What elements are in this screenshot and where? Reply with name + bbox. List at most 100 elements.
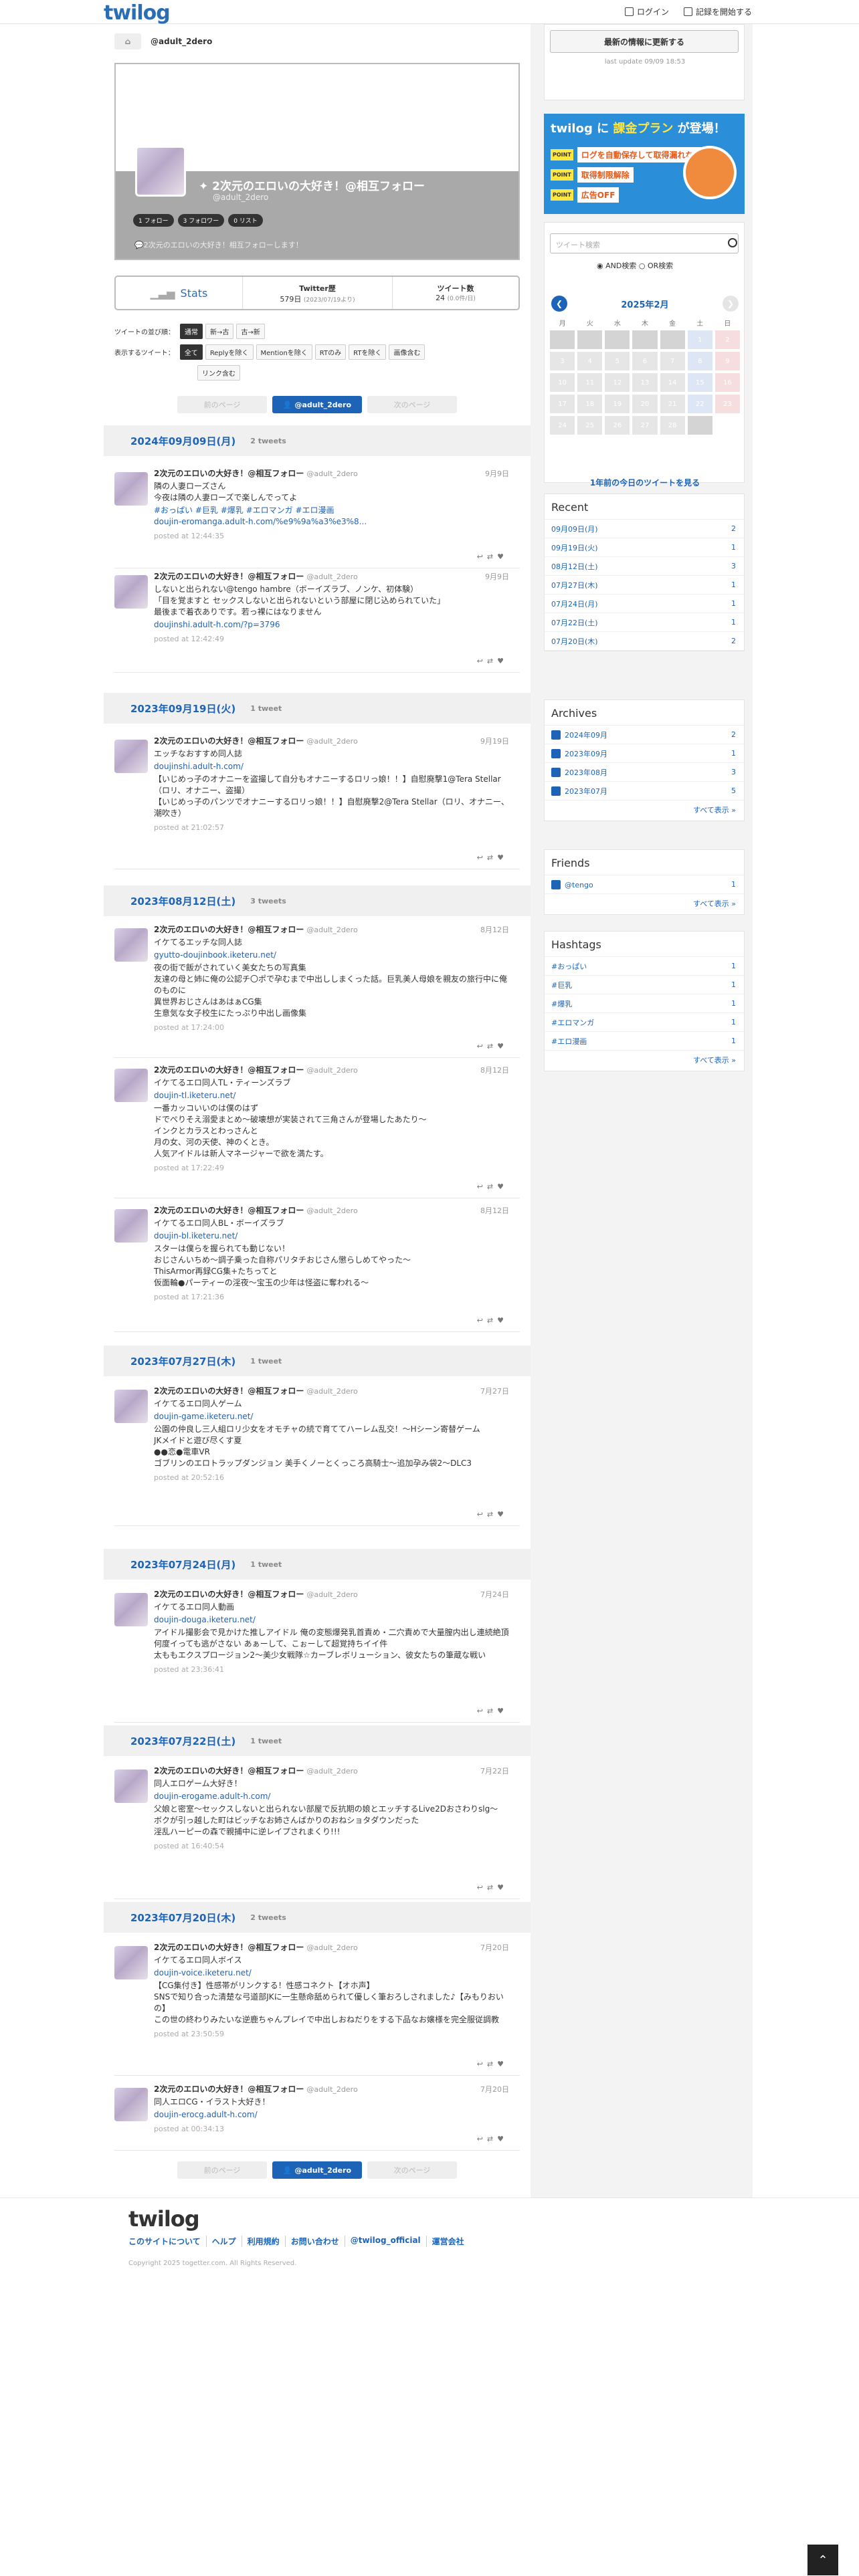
show-all[interactable]: 全て: [179, 344, 203, 360]
hashtags-item[interactable]: #エロマンガ 1: [545, 1013, 744, 1032]
show-links[interactable]: リンク含む: [197, 365, 240, 381]
archives-item[interactable]: 2023年08月 3: [545, 763, 744, 782]
archives-more-link[interactable]: すべて表示 »: [545, 800, 744, 821]
footer-link-terms[interactable]: 利用規約: [241, 2236, 285, 2247]
hashtags-more-link[interactable]: すべて表示 »: [545, 1051, 744, 1071]
calendar-weekday: 木: [641, 320, 648, 328]
twilog-logo[interactable]: twilog: [104, 1, 171, 25]
recent-item[interactable]: 09月19日(火) 1: [545, 538, 744, 557]
recent-item[interactable]: 07月27日(木) 1: [545, 576, 744, 595]
calendar-prev-button[interactable]: ❮: [551, 296, 567, 312]
footer-link-contact[interactable]: お問い合わせ: [284, 2236, 345, 2247]
friends-more-link[interactable]: すべて表示 »: [545, 894, 744, 914]
one-year-ago-link[interactable]: 1年前の今日のツイートを見る: [545, 477, 745, 488]
tweet-item: 2次元のエロいの大好き！@相互フォロー @adult_2dero イケてるエロ同人…: [114, 1205, 520, 1332]
recent-item[interactable]: 07月24日(月) 1: [545, 595, 744, 613]
calendar-day: 10: [550, 373, 575, 392]
friends-item[interactable]: @tengo 1: [545, 875, 744, 894]
next-page-button[interactable]: 次のページ: [367, 396, 457, 413]
tweet-actions[interactable]: ↩⇄♥: [477, 1883, 508, 1892]
archives-item[interactable]: 2023年09月 1: [545, 744, 744, 763]
lists-count[interactable]: 0 リスト: [228, 214, 263, 227]
pager-bottom: 前のページ 👤 @adult_2dero 次のページ: [104, 2161, 531, 2179]
show-no-reply[interactable]: Replyを除く: [205, 344, 254, 360]
next-page-button[interactable]: 次のページ: [367, 2161, 457, 2179]
search-icon[interactable]: [728, 238, 737, 247]
tweet-actions[interactable]: ↩⇄♥: [477, 1316, 508, 1325]
footer-link-company[interactable]: 運営会社: [425, 2236, 470, 2247]
calendar-weekday: 金: [669, 320, 676, 328]
footer-link-help[interactable]: ヘルプ: [205, 2236, 242, 2247]
tweet-avatar[interactable]: [114, 928, 148, 962]
prev-page-button[interactable]: 前のページ: [177, 396, 267, 413]
show-no-rt[interactable]: RTを除く: [349, 344, 387, 360]
current-user-button[interactable]: 👤 @adult_2dero: [272, 2161, 362, 2179]
search-input[interactable]: ツイート検索: [550, 233, 739, 253]
tweet-actions[interactable]: ↩⇄♥: [477, 1707, 508, 1715]
calendar-day: 15: [687, 373, 712, 392]
premium-banner[interactable]: twilog に 課金プラン が登場！ POINT ログを自動保存して取得漏れなし…: [544, 114, 745, 214]
recent-item[interactable]: 07月20日(木) 2: [545, 632, 744, 651]
tweet-avatar[interactable]: [114, 740, 148, 773]
start-logging-link[interactable]: 記録を開始する: [683, 6, 752, 17]
tweet-actions[interactable]: ↩⇄♥: [477, 657, 508, 665]
tweet-avatar[interactable]: [114, 472, 148, 506]
tweet-avatar[interactable]: [114, 1769, 148, 1803]
search-calendar-box: ツイート検索 ◉ AND検索 ○ OR検索 ❮ 2025年2月 ❯ 月火水木金土…: [544, 222, 745, 488]
tweet-avatar[interactable]: [114, 2088, 148, 2121]
tweet-avatar[interactable]: [114, 1946, 148, 1979]
pager-top: 前のページ 👤 @adult_2dero 次のページ: [104, 396, 531, 413]
followers-count[interactable]: 3 フォロワー: [177, 214, 225, 227]
tweet-actions[interactable]: ↩⇄♥: [477, 1510, 508, 1519]
calendar-icon: [551, 730, 561, 740]
tweet-avatar[interactable]: [114, 575, 148, 609]
hashtags-item[interactable]: #エロ漫画 1: [545, 1032, 744, 1051]
footer-link-about[interactable]: このサイトについて: [128, 2236, 206, 2247]
footer-link-twitter[interactable]: @twilog_official: [344, 2236, 426, 2247]
tweet-actions[interactable]: ↩⇄♥: [477, 1042, 508, 1051]
calendar-next-button[interactable]: ❯: [723, 296, 739, 312]
order-normal[interactable]: 通常: [180, 324, 203, 339]
and-radio[interactable]: ◉ AND検索: [597, 261, 636, 270]
tweet-avatar[interactable]: [114, 1069, 148, 1102]
avatar[interactable]: [135, 146, 186, 197]
order-new-old[interactable]: 新→古: [205, 324, 234, 339]
current-user-button[interactable]: 👤 @adult_2dero: [272, 396, 362, 413]
scroll-top-button[interactable]: ⌃: [807, 2545, 838, 2575]
hashtags-item[interactable]: #おっぱい 1: [545, 957, 744, 976]
recent-item[interactable]: 07月22日(土) 1: [545, 613, 744, 632]
tweet-actions[interactable]: ↩⇄♥: [477, 1182, 508, 1191]
hashtags-item[interactable]: #巨乳 1: [545, 976, 744, 994]
home-icon[interactable]: ⌂: [114, 33, 141, 49]
profile-bio: 💬2次元のエロいの大好き！相互フォローします！: [134, 241, 303, 249]
calendar-icon: [551, 748, 561, 758]
or-radio[interactable]: ○ OR検索: [639, 261, 673, 270]
calendar-day: 19: [605, 395, 630, 413]
recent-item[interactable]: 08月12日(土) 3: [545, 557, 744, 576]
friends-box: Friends @tengo 1 すべて表示 »: [544, 849, 745, 915]
refresh-button[interactable]: 最新の情報に更新する: [550, 30, 739, 53]
archives-item[interactable]: 2024年09月 2: [545, 726, 744, 744]
prev-page-button[interactable]: 前のページ: [177, 2161, 267, 2179]
show-images[interactable]: 画像含む: [389, 344, 425, 360]
tweet-avatar[interactable]: [114, 1390, 148, 1423]
login-link[interactable]: ログイン: [624, 6, 669, 17]
show-rt-only[interactable]: RTのみ: [314, 344, 347, 360]
tweet-actions[interactable]: ↩⇄♥: [477, 853, 508, 862]
show-no-mention[interactable]: Mentionを除く: [256, 344, 312, 360]
calendar-weekday: 水: [613, 320, 621, 328]
footer-logo[interactable]: twilog: [128, 2206, 200, 2232]
follows-count[interactable]: 1 フォロー: [133, 214, 174, 227]
archives-item[interactable]: 2023年07月 5: [545, 782, 744, 800]
hashtags-item[interactable]: #爆乳 1: [545, 994, 744, 1013]
recent-item[interactable]: 09月09日(月) 2: [545, 520, 744, 538]
day-header: 2023年07月27日(木) 1 tweet: [104, 1346, 531, 1376]
tweet-actions[interactable]: ↩⇄♥: [477, 552, 508, 561]
tweet-actions[interactable]: ↩⇄♥: [477, 2060, 508, 2068]
tweet-item: 2次元のエロいの大好き！@相互フォロー @adult_2dero エッチなおすすめ…: [114, 736, 520, 869]
order-old-new[interactable]: 古→新: [236, 324, 265, 339]
tweet-avatar[interactable]: [114, 1209, 148, 1243]
tweet-actions[interactable]: ↩⇄♥: [477, 2135, 508, 2143]
stats-link[interactable]: ▁▃▅ Stats: [116, 277, 243, 309]
tweet-avatar[interactable]: [114, 1593, 148, 1626]
